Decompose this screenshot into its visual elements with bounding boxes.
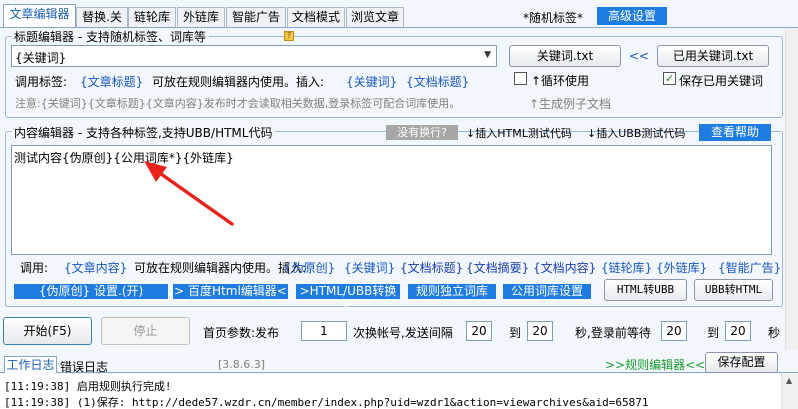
insert-doc-summary-link[interactable]: {文档摘要} [466,259,529,276]
insert-pseudo-original-link[interactable]: {伪原创} [284,259,335,276]
view-help-button[interactable]: 查看帮助 [699,124,771,141]
version-label: [3.8.6.3] [218,358,266,371]
wait-to-input[interactable]: 20 [725,321,751,341]
interval-from-input[interactable]: 20 [466,321,492,341]
tab-browse-articles[interactable]: 浏览文章 [346,7,404,27]
insert-doc-title-tag-link[interactable]: {文档标题} [400,259,463,276]
insert-smart-ads-link[interactable]: {智能广告} [718,259,781,276]
to-label-2: 到 [707,326,720,340]
transfer-arrows[interactable]: << [629,49,649,63]
wait-from-input[interactable]: 20 [661,321,687,341]
tab-smart-ads[interactable]: 智能广告 [226,7,286,27]
title-notice: 注意:{关键词}{文章标题}{文章内容}发布时才会读取相关数据,登录标签可配合词… [15,97,461,110]
content-usable-text: 可放在规则编辑器内使用。插入: [134,261,307,275]
insert-link-wheel-link[interactable]: {链轮库} [601,259,652,276]
advanced-settings-button[interactable]: 高级设置 [597,7,667,25]
annotation-arrow-icon [144,161,234,226]
tab-doc-mode[interactable]: 文档模式 [287,7,345,27]
used-keyword-txt-button[interactable]: 已用关键词.txt [657,45,769,67]
pseudo-original-settings-button[interactable]: {伪原创} 设置.(开) [14,284,168,299]
switch-account-label: 次换帐号,发送间隔 [353,326,453,340]
publish-count-input[interactable]: 1 [301,321,347,341]
main-scrollbar[interactable] [785,28,798,350]
rule-lexicon-button[interactable]: 规则独立词库 [408,284,496,299]
log-panel: [11:19:38] 启用规则执行完成! [11:19:38] (1)保存: h… [0,374,798,409]
random-tag-label: *随机标签* [523,11,584,25]
stop-button[interactable]: 停止 [101,317,190,345]
tab-external-links[interactable]: 外链库 [177,7,225,27]
dropdown-arrow-icon[interactable]: ▼ [484,50,491,60]
rule-editor-link[interactable]: >>规则编辑器<< [605,356,705,373]
save-used-keyword-label: 保存已用关键词 [679,74,764,88]
tab-work-log[interactable]: 工作日志 [4,356,57,373]
insert-doc-content-link[interactable]: {文档内容} [533,259,596,276]
insert-html-test-link[interactable]: ↓插入HTML测试代码 [466,125,572,141]
log-line: [11:19:38] 启用规则执行完成! [4,380,172,393]
ubb-to-html-button[interactable]: UBB转HTML [694,279,773,301]
log-line: [11:19:38] (1)保存: http://dede57.wzdr.cn/… [4,396,649,409]
keyword-txt-button[interactable]: 关键词.txt [509,45,621,67]
tab-error-log[interactable]: 错误日志 [60,358,108,375]
generate-example-link[interactable]: ↑生成例子文档 [529,95,611,112]
call-label: 调用: [20,261,49,275]
call-tag-label: 调用标签: [15,75,68,89]
interval-to-input[interactable]: 20 [527,321,553,341]
insert-keyword-tag-link[interactable]: {关键词} [344,259,395,276]
title-editor-legend: 标题编辑器 - 支持随机标签、词库等 [11,28,209,45]
help-icon[interactable]: ? [284,31,294,41]
insert-doc-title-link[interactable]: {文档标题} [406,73,469,90]
start-button[interactable]: 开始(F5) [3,317,92,345]
html-to-ubb-button[interactable]: HTML转UBB [604,279,687,301]
no-wrap-button[interactable]: 没有换行? [386,125,458,140]
seconds-label: 秒 [768,326,781,340]
insert-ubb-test-link[interactable]: ↓插入UBB测试代码 [587,125,685,141]
save-used-keyword-checkbox[interactable]: ✓ [663,72,676,85]
html-ubb-convert-button[interactable]: >HTML/UBB转换< [296,284,400,313]
article-title-tag[interactable]: {文章标题} [80,73,143,90]
article-content-tag[interactable]: {文章内容} [64,259,127,276]
tab-article-editor[interactable]: 文章编辑器 [3,4,76,28]
scroll-up-icon[interactable]: ▲ [786,376,792,385]
content-textarea[interactable]: 测试内容{伪原创}{公用词库*}{外链库} [11,145,772,255]
baidu-html-editor-button[interactable]: > 百度Html编辑器< [173,284,288,299]
loop-use-label: ↑循环使用 [531,74,590,88]
loop-use-checkbox[interactable] [514,72,527,85]
wait-label: 秒,登录前等待 [575,326,651,340]
title-usable-text: 可放在规则编辑器内使用。插入: [152,75,325,89]
save-config-button[interactable]: 保存配置 [705,352,778,373]
tab-replace[interactable]: 替换.关 [76,7,128,27]
to-label-1: 到 [509,326,522,340]
content-editor-legend: 内容编辑器 - 支持各种标签,支持UBB/HTML代码 [11,124,276,141]
title-input[interactable]: {关键词} ▼ [11,45,497,67]
insert-external-link[interactable]: {外链库} [656,259,707,276]
params-label: 首页参数:发布 [203,326,280,340]
public-lexicon-settings-button[interactable]: 公用词库设置 [503,284,591,299]
insert-keyword-link[interactable]: {关键词} [346,73,397,90]
log-scrollbar[interactable]: ▲ [781,374,798,409]
tab-link-wheel[interactable]: 链轮库 [128,7,176,27]
